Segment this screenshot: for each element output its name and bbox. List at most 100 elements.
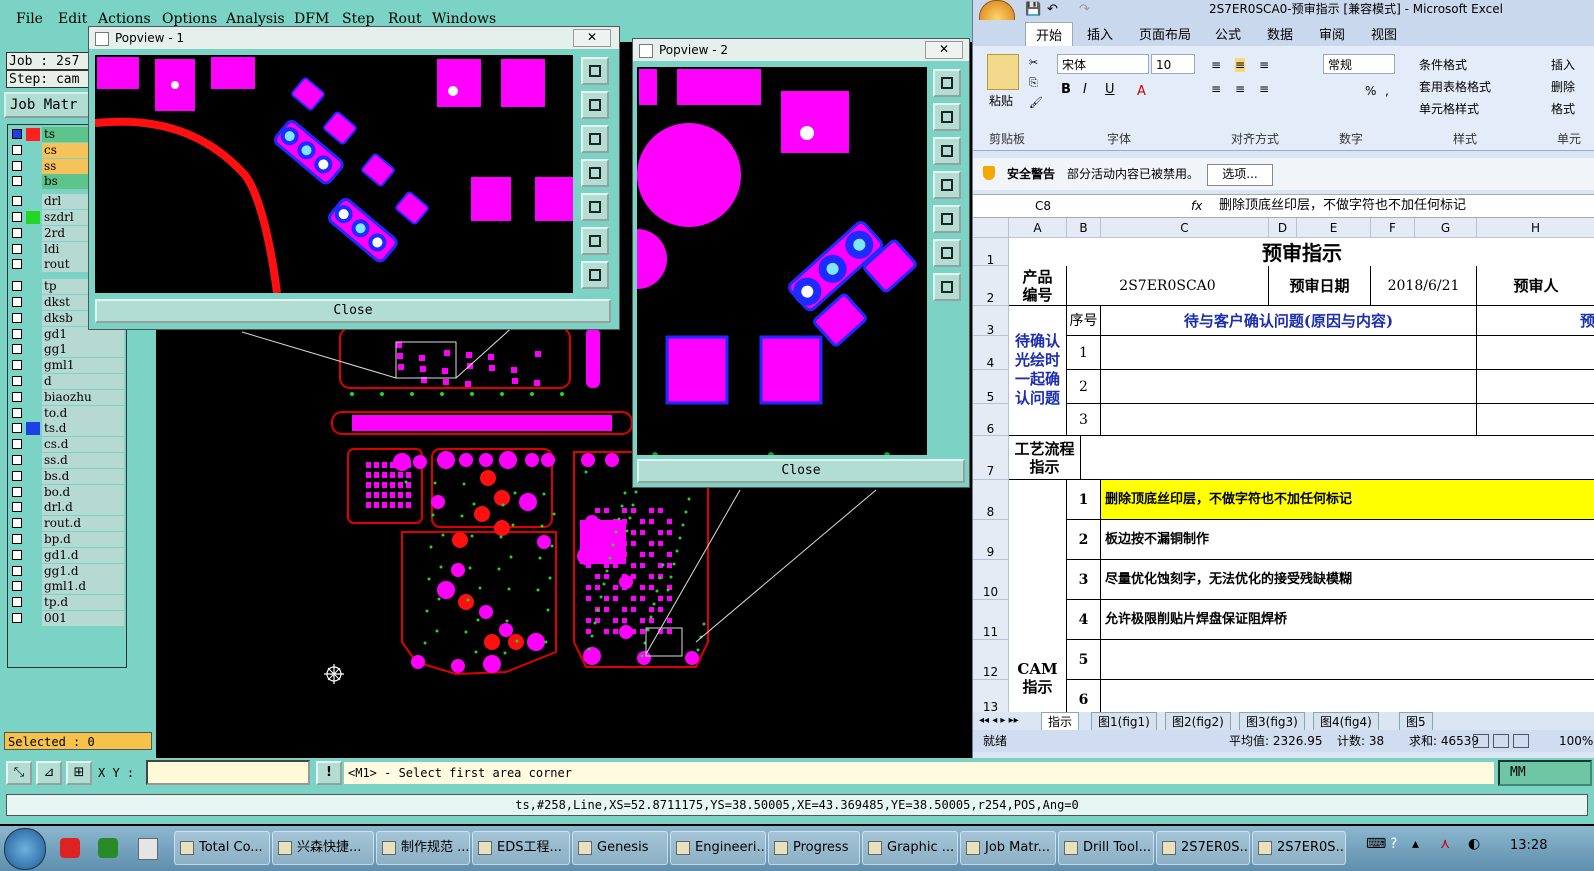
app-launcher-icon[interactable]	[138, 838, 158, 860]
pan-up-icon[interactable]	[581, 91, 609, 119]
security-options-button[interactable]: 选项...	[1207, 164, 1273, 186]
layer-name[interactable]: d	[42, 374, 124, 389]
pan-right-icon[interactable]	[581, 193, 609, 221]
layer-name[interactable]: gml1	[42, 358, 124, 374]
normal-view-icon[interactable]	[1473, 734, 1489, 748]
comma-icon[interactable]: ,	[1385, 84, 1389, 98]
popview-1-close-button[interactable]: Close	[95, 299, 611, 323]
menu-actions[interactable]: Actions	[98, 11, 151, 27]
instruction-number[interactable]: 1	[1067, 480, 1101, 520]
column-header[interactable]: F	[1371, 218, 1415, 238]
process-content[interactable]	[1081, 436, 1594, 480]
pending-row-number[interactable]: 2	[1067, 370, 1101, 404]
clock[interactable]: 13:28	[1510, 838, 1547, 853]
column-header[interactable]: B	[1067, 218, 1101, 238]
pending-row-extra[interactable]	[1477, 370, 1594, 404]
menu-edit[interactable]: Edit	[58, 11, 87, 27]
font-size-select[interactable]: 10	[1151, 54, 1195, 74]
instruction-text[interactable]: 允许极限削贴片焊盘保证阻焊桥	[1101, 600, 1594, 640]
layer-row[interactable]: gd1.d	[8, 547, 126, 563]
page-layout-view-icon[interactable]	[1493, 734, 1509, 748]
layer-checkbox[interactable]	[12, 581, 22, 592]
layer-checkbox[interactable]	[12, 196, 22, 207]
layer-name[interactable]: drl.d	[42, 500, 124, 516]
sheet-tab[interactable]: 图3(fig3)	[1239, 712, 1305, 731]
row-header[interactable]: 10	[973, 560, 1009, 600]
row-header[interactable]: 6	[973, 404, 1009, 436]
zoom-out-icon[interactable]	[933, 273, 961, 301]
zoom-in-icon[interactable]	[581, 57, 609, 85]
instruction-number[interactable]: 2	[1067, 520, 1101, 560]
layer-row[interactable]: rout.d	[8, 516, 126, 532]
layer-checkbox[interactable]	[12, 259, 22, 270]
align-right-icon[interactable]: ≡	[1259, 82, 1269, 96]
help-icon[interactable]: ?	[1390, 836, 1397, 852]
layer-checkbox[interactable]	[12, 613, 22, 623]
alert-icon[interactable]: !	[316, 761, 342, 785]
cell-style-button[interactable]: 单元格样式	[1419, 100, 1479, 117]
taskbar-item[interactable]: 2S7ER0S...	[1252, 831, 1346, 865]
copy-icon[interactable]: ⎘	[1029, 76, 1038, 90]
layer-checkbox[interactable]	[12, 391, 22, 402]
sheet-title[interactable]: 预审指示	[1009, 238, 1594, 266]
layer-checkbox[interactable]	[12, 312, 22, 323]
process-label[interactable]: 工艺流程 指示	[1009, 436, 1081, 480]
layer-checkbox[interactable]	[12, 328, 22, 339]
formula-input[interactable]: 删除顶底丝印层，不做字符也不加任何标记	[1219, 197, 1466, 215]
layer-checkbox[interactable]	[12, 227, 22, 238]
layer-checkbox[interactable]	[12, 297, 22, 307]
layer-checkbox[interactable]	[12, 534, 22, 544]
tab-page-layout[interactable]: 页面布局	[1139, 24, 1191, 43]
table-format-button[interactable]: 套用表格格式	[1419, 78, 1491, 95]
row-header[interactable]: 9	[973, 520, 1009, 560]
delete-cells-button[interactable]: 删除	[1551, 78, 1575, 95]
zoom-in-icon[interactable]	[933, 69, 961, 97]
layer-checkbox[interactable]	[12, 344, 22, 355]
excel-window[interactable]: 💾 ↶ ↷ 2S7ER0SCA0-预审指示 [兼容模式] - Microsoft…	[972, 0, 1594, 758]
taskbar-item[interactable]: 制作规范 ...	[376, 831, 470, 865]
column-header[interactable]: C	[1101, 218, 1269, 238]
layer-checkbox[interactable]	[12, 549, 22, 560]
layer-name[interactable]: ss.d	[42, 453, 124, 468]
layer-row[interactable]: gg1	[8, 342, 126, 358]
popview-1-titlebar[interactable]: Popview - 1 ✕	[89, 27, 619, 49]
layer-checkbox[interactable]	[12, 502, 22, 513]
pending-row-number[interactable]: 3	[1067, 404, 1101, 436]
layer-name[interactable]: cs.d	[42, 437, 124, 453]
menu-windows[interactable]: Windows	[432, 11, 496, 27]
grid-icon[interactable]: ⊞	[66, 761, 92, 785]
taskbar-item[interactable]: Total Co...	[174, 831, 270, 865]
layer-row[interactable]: biaozhu	[8, 389, 126, 405]
format-painter-icon[interactable]: 🖌	[1029, 96, 1043, 109]
excel-titlebar[interactable]: 💾 ↶ ↷ 2S7ER0SCA0-预审指示 [兼容模式] - Microsoft…	[973, 0, 1594, 36]
font-color-icon[interactable]: A	[1137, 84, 1146, 99]
sheet-tab[interactable]: 图4(fig4)	[1313, 712, 1379, 731]
instruction-number[interactable]: 3	[1067, 560, 1101, 600]
sheet-tab[interactable]: 指示	[1041, 712, 1080, 731]
popview-2-window[interactable]: Popview - 2 ✕ Close	[632, 38, 970, 488]
pan-up-icon[interactable]	[933, 103, 961, 131]
app-launcher-icon[interactable]	[98, 838, 118, 858]
layer-name[interactable]: gg1	[42, 342, 124, 358]
bold-icon[interactable]: B	[1061, 82, 1071, 97]
layer-name[interactable]: bo.d	[42, 484, 124, 500]
layer-name[interactable]: biaozhu	[42, 389, 124, 405]
layer-checkbox[interactable]	[12, 160, 22, 171]
layer-row[interactable]: to.d	[8, 405, 126, 421]
menu-file[interactable]: File	[16, 11, 43, 27]
review-date[interactable]: 2018/6/21	[1371, 266, 1477, 306]
layer-name[interactable]: bp.d	[42, 532, 124, 547]
zoom-level[interactable]: 100%	[1559, 730, 1593, 752]
layer-row[interactable]: bp.d	[8, 532, 126, 547]
network-icon[interactable]: ◐	[1468, 836, 1480, 852]
align-top-icon[interactable]: ≡	[1211, 58, 1221, 72]
menu-rout[interactable]: Rout	[388, 11, 422, 27]
instruction-number[interactable]: 6	[1067, 680, 1101, 712]
pending-row-text[interactable]	[1101, 404, 1477, 436]
sheet-nav-icon[interactable]: ◂◂ ◂ ▸ ▸▸	[979, 712, 1019, 730]
layer-checkbox[interactable]	[12, 243, 22, 254]
taskbar-item[interactable]: Drill Tool...	[1058, 831, 1154, 865]
layer-name[interactable]: gml1.d	[42, 579, 124, 595]
layer-row[interactable]: 001	[8, 611, 126, 626]
instruction-number[interactable]: 4	[1067, 600, 1101, 640]
